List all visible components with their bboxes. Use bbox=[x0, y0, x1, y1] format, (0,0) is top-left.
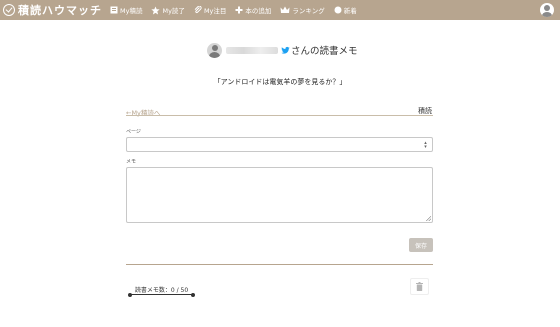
nav-item-label: 新着 bbox=[343, 7, 357, 15]
divider bbox=[126, 115, 433, 116]
nav-item-add-book[interactable]: 本の追加 bbox=[235, 5, 271, 15]
page-field-label: ページ bbox=[126, 129, 141, 135]
nav-item-label: 本の追加 bbox=[245, 7, 272, 15]
memo-field-label: メモ bbox=[126, 159, 137, 165]
page-title: さんの読書メモ bbox=[291, 46, 358, 57]
divider bbox=[126, 264, 433, 265]
nav-item-label: My積読 bbox=[120, 7, 143, 15]
nav-item-my-watch[interactable]: My注目 bbox=[194, 5, 226, 15]
crown-icon bbox=[280, 6, 290, 14]
check-circle-logo-icon bbox=[3, 4, 15, 16]
spinner-arrows-icon[interactable]: ▴ ▾ bbox=[423, 141, 428, 150]
book-title: 「アンドロイドは電気羊の夢を見るか？」 bbox=[213, 78, 347, 86]
memo-textarea[interactable] bbox=[126, 167, 433, 223]
star-icon bbox=[151, 5, 161, 15]
top-navbar: 積読ハウマッチ My積読 My読了 My注目 本の追加 ランキング 新着 bbox=[0, 0, 560, 20]
resize-handle-icon[interactable] bbox=[426, 216, 431, 221]
brand-link[interactable]: 積読ハウマッチ bbox=[3, 2, 102, 18]
nav-menu: My積読 My読了 My注目 本の追加 ランキング 新着 bbox=[110, 5, 366, 15]
delete-button[interactable] bbox=[410, 278, 429, 295]
trash-icon bbox=[416, 282, 423, 291]
nav-item-label: My読了 bbox=[162, 7, 185, 15]
page-header: さんの読書メモ bbox=[207, 42, 358, 58]
page-number-input[interactable]: ▴ ▾ bbox=[126, 137, 433, 152]
nav-item-my-read[interactable]: My読了 bbox=[151, 5, 185, 15]
plus-icon bbox=[235, 6, 243, 14]
brand-name: 積読ハウマッチ bbox=[18, 4, 102, 17]
user-avatar-icon[interactable] bbox=[540, 3, 554, 17]
nav-item-ranking[interactable]: ランキング bbox=[280, 5, 325, 15]
user-avatar-icon[interactable] bbox=[207, 42, 222, 58]
nav-item-my-tsundoku[interactable]: My積読 bbox=[110, 5, 142, 15]
circle-icon bbox=[334, 6, 342, 14]
memo-count-text: 読書メモ数：0 / 50 bbox=[134, 287, 189, 294]
username-blurred[interactable] bbox=[226, 46, 278, 54]
nav-item-new[interactable]: 新着 bbox=[334, 5, 357, 15]
save-button[interactable]: 保存 bbox=[409, 238, 433, 252]
nav-item-label: ランキング bbox=[292, 7, 325, 15]
book-icon bbox=[110, 6, 118, 14]
nav-item-label: My注目 bbox=[203, 7, 227, 15]
twitter-icon[interactable] bbox=[281, 46, 290, 55]
paperclip-icon bbox=[194, 6, 202, 14]
memo-count-indicator: 読書メモ数：0 / 50 bbox=[128, 285, 195, 297]
memo-count-underline bbox=[128, 292, 195, 297]
